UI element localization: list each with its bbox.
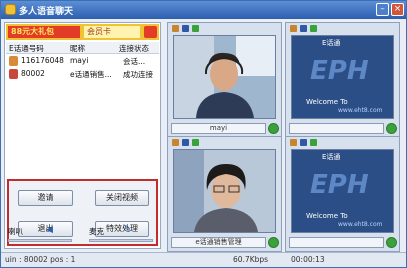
speaker-icon[interactable] <box>310 139 317 146</box>
ephone-logo: E话通 EPH Welcome To www.eht8.com <box>292 150 393 232</box>
participant-name-label <box>289 123 384 134</box>
participant-nick: mayi <box>70 56 89 65</box>
video-panel[interactable]: e话通销售管理 <box>167 136 282 252</box>
status-ok-icon <box>386 237 397 248</box>
participant-nick: e话通销售... <box>70 70 112 79</box>
participant-name-label: e话通销售管理 <box>171 237 266 248</box>
mic-volume-slider[interactable] <box>89 239 153 242</box>
video-panel[interactable]: E话通 EPH Welcome To www.eht8.com <box>285 136 400 252</box>
member-card-ad[interactable]: 会员卡 <box>84 26 140 38</box>
audio-controls: 喇叭 ◀ 麦克 ✎ <box>4 223 161 247</box>
speaker-volume-slider[interactable] <box>8 239 72 242</box>
logo-title: E话通 <box>322 39 341 47</box>
participant-name-label: mayi <box>171 123 266 134</box>
video-feed: E话通 EPH Welcome To www.eht8.com <box>291 149 394 233</box>
user-avatar-icon <box>9 69 18 79</box>
speaker-icon[interactable] <box>192 25 199 32</box>
video-panel[interactable]: E话通 EPH Welcome To www.eht8.com <box>285 22 400 138</box>
logo-url: www.eht8.com <box>338 107 383 114</box>
title-bar[interactable]: 多人语音聊天 – × <box>1 1 406 19</box>
logo-text: EPH <box>310 170 369 200</box>
ad-banner[interactable]: 88元大礼包 会员卡 <box>6 24 159 40</box>
status-uin: uin : 80002 pos : 1 <box>5 255 76 264</box>
logo-welcome: Welcome To <box>306 212 348 220</box>
header-id: E话通号码 <box>9 44 44 53</box>
app-icon <box>5 4 16 15</box>
video-feed: E话通 EPH Welcome To www.eht8.com <box>291 35 394 119</box>
participant-status: 成功连接 <box>123 70 153 79</box>
status-ok-icon <box>268 123 279 134</box>
camera-icon[interactable] <box>172 25 179 32</box>
status-time: 00:00:13 <box>291 255 325 264</box>
panel-toolbar <box>286 137 399 148</box>
logo-text: EPH <box>310 56 369 86</box>
participant-row[interactable]: 116176048 mayi 会话... <box>6 55 159 67</box>
ephone-logo: E话通 EPH Welcome To www.eht8.com <box>292 36 393 118</box>
status-ok-icon <box>268 237 279 248</box>
header-nick: 昵称 <box>70 44 85 53</box>
gift-icon <box>144 26 157 38</box>
mic-icon[interactable]: ✎ <box>124 225 132 235</box>
camera-icon[interactable] <box>290 25 297 32</box>
status-speed: 60.7Kbps <box>233 255 269 264</box>
participant-name-label <box>289 237 384 248</box>
logo-welcome: Welcome To <box>306 98 348 106</box>
panel-toolbar <box>168 137 281 148</box>
speaker-icon[interactable] <box>192 139 199 146</box>
status-ok-icon <box>386 123 397 134</box>
speaker-label: 喇叭 <box>8 227 23 236</box>
speaker-icon[interactable]: ◀ <box>46 225 53 235</box>
mic-icon[interactable] <box>182 139 189 146</box>
mic-icon[interactable] <box>182 25 189 32</box>
gift-pack-ad[interactable]: 88元大礼包 <box>8 26 80 38</box>
speaker-icon[interactable] <box>310 25 317 32</box>
panel-toolbar <box>168 23 281 34</box>
participant-id: 116176048 <box>21 56 64 65</box>
chat-window: 多人语音聊天 – × 88元大礼包 会员卡 E话通号码 昵称 连接状态 1161… <box>0 0 407 268</box>
video-feed <box>173 149 276 233</box>
participant-pane: 88元大礼包 会员卡 E话通号码 昵称 连接状态 116176048 mayi … <box>4 22 161 249</box>
participant-status: 会话... <box>123 57 146 66</box>
participant-list-header: E话通号码 昵称 连接状态 <box>6 42 159 54</box>
panel-toolbar <box>286 23 399 34</box>
camera-icon[interactable] <box>172 139 179 146</box>
mic-label: 麦克 <box>89 227 104 236</box>
person-video-image <box>174 150 275 232</box>
mic-icon[interactable] <box>300 25 307 32</box>
header-status: 连接状态 <box>119 44 149 53</box>
camera-icon[interactable] <box>290 139 297 146</box>
close-button[interactable]: × <box>391 3 404 16</box>
participant-id: 80002 <box>21 69 45 78</box>
status-bar: uin : 80002 pos : 1 60.7Kbps 00:00:13 <box>1 252 406 267</box>
window-title: 多人语音聊天 <box>19 7 74 17</box>
close-video-button[interactable]: 关闭视频 <box>95 190 149 206</box>
user-avatar-icon <box>9 56 18 66</box>
logo-title: E话通 <box>322 153 341 161</box>
participant-row[interactable]: 80002 e话通销售... 成功连接 <box>6 68 159 80</box>
invite-button[interactable]: 邀请 <box>18 190 73 206</box>
logo-url: www.eht8.com <box>338 221 383 228</box>
video-panel[interactable]: mayi <box>167 22 282 138</box>
minimize-button[interactable]: – <box>376 3 389 16</box>
video-feed <box>173 35 276 119</box>
mic-icon[interactable] <box>300 139 307 146</box>
person-video-image <box>174 36 275 118</box>
